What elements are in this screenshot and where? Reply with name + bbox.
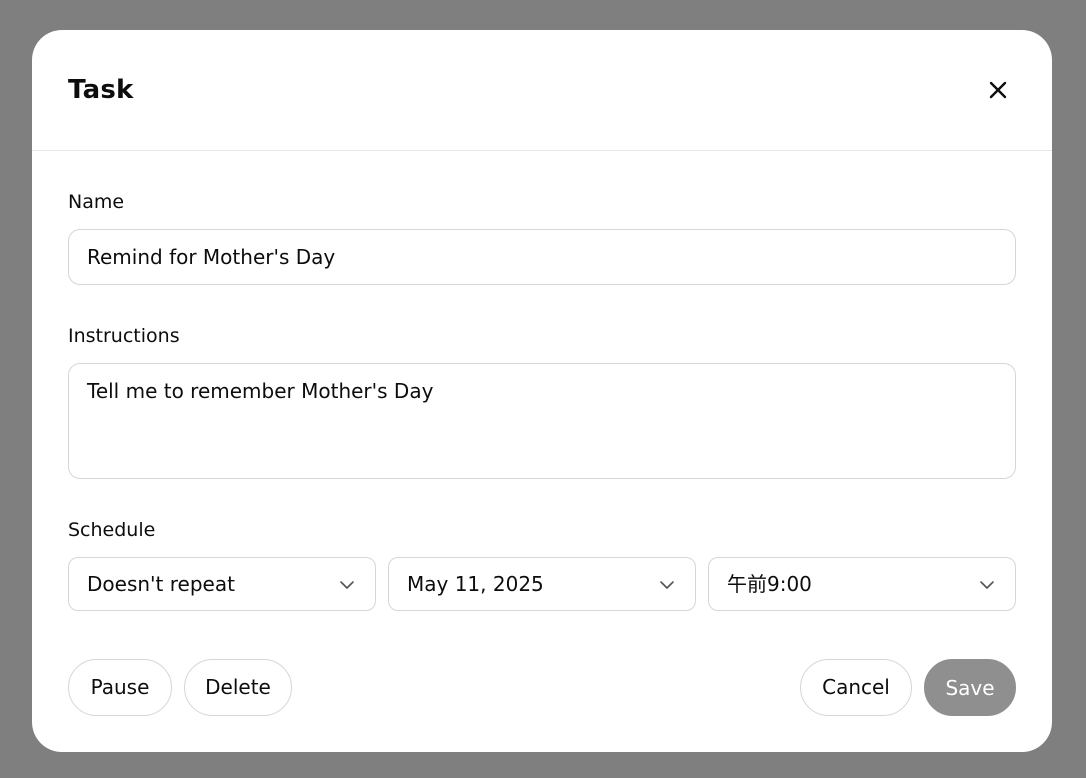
dialog-header: Task [32, 30, 1052, 151]
cancel-button[interactable]: Cancel [800, 659, 912, 716]
instructions-textarea[interactable]: Tell me to remember Mother's Day [68, 363, 1016, 479]
repeat-select-value: Doesn't repeat [87, 572, 235, 596]
chevron-down-icon [660, 581, 674, 589]
name-label: Name [68, 191, 125, 213]
task-dialog: Task Name Instructions Tell me to rememb… [32, 30, 1052, 752]
close-button[interactable] [986, 78, 1010, 102]
date-select-value: May 11, 2025 [407, 572, 544, 596]
instructions-label: Instructions [68, 325, 180, 347]
dialog-title: Task [68, 75, 134, 105]
schedule-label: Schedule [68, 519, 156, 541]
repeat-select[interactable]: Doesn't repeat [68, 557, 376, 611]
name-input[interactable] [68, 229, 1016, 285]
save-button[interactable]: Save [924, 659, 1016, 716]
time-select-value: 午前9:00 [727, 572, 812, 596]
date-select[interactable]: May 11, 2025 [388, 557, 696, 611]
delete-button[interactable]: Delete [184, 659, 292, 716]
chevron-down-icon [340, 581, 354, 589]
close-icon [989, 81, 1007, 99]
chevron-down-icon [980, 581, 994, 589]
time-select[interactable]: 午前9:00 [708, 557, 1016, 611]
pause-button[interactable]: Pause [68, 659, 172, 716]
